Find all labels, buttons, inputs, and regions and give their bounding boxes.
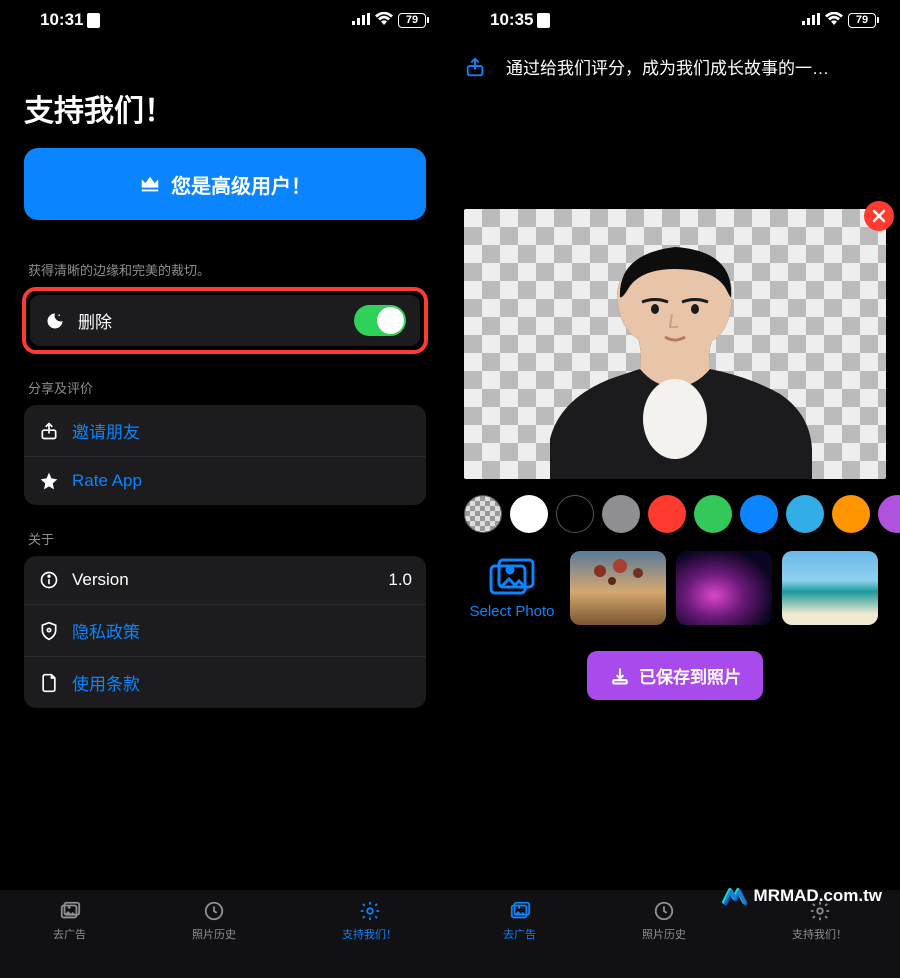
tab-remove-ads[interactable]: 去广告 (53, 900, 86, 978)
banner-text: 通过给我们评分，成为我们成长故事的一… (506, 54, 829, 79)
version-row: Version 1.0 (24, 556, 426, 604)
delete-toggle[interactable] (354, 305, 406, 336)
screen-settings: 10:31 79 支持我们！ 您是高级用户！ 获得清晰的边缘和完美的裁切。 删除… (0, 0, 450, 978)
watermark-text: MRMAD.com.tw (754, 886, 882, 906)
tab-history[interactable]: 照片历史 (192, 900, 236, 978)
share-icon (464, 56, 486, 78)
swatch-white[interactable] (510, 495, 548, 533)
invite-label: 邀请朋友 (72, 418, 412, 443)
clock-icon (653, 900, 675, 922)
close-button[interactable] (864, 201, 894, 231)
tab-remove-ads[interactable]: 去广告 (503, 900, 536, 978)
photos-icon (59, 900, 81, 922)
shield-icon (38, 620, 60, 642)
color-swatch-row (450, 479, 900, 545)
swatch-gray[interactable] (602, 495, 640, 533)
premium-button[interactable]: 您是高级用户！ (24, 148, 426, 220)
terms-row[interactable]: 使用条款 (24, 656, 426, 708)
delete-row-highlight: 删除 (22, 287, 428, 354)
bg-thumb-beach[interactable] (782, 551, 878, 625)
about-group: Version 1.0 隐私政策 使用条款 (24, 556, 426, 708)
save-label: 已保存到照片 (639, 663, 741, 688)
swatch-green[interactable] (694, 495, 732, 533)
select-photo-button[interactable]: Select Photo (464, 557, 560, 620)
version-label: Version (72, 570, 376, 590)
download-icon (609, 665, 631, 687)
tab-label: 去广告 (53, 926, 86, 942)
terms-label: 使用条款 (72, 670, 412, 695)
crown-icon (139, 173, 161, 195)
rate-app-row[interactable]: Rate App (24, 456, 426, 505)
rate-banner[interactable]: 通过给我们评分，成为我们成长故事的一… (450, 36, 900, 89)
delete-label: 删除 (78, 308, 342, 333)
doc-icon (38, 672, 60, 694)
photos-icon (509, 900, 531, 922)
status-time: 10:35 (490, 10, 533, 30)
wifi-icon (375, 10, 393, 30)
edge-note: 获得清晰的边缘和完美的裁切。 (0, 238, 450, 287)
info-icon (38, 569, 60, 591)
image-preview[interactable] (464, 209, 886, 479)
cellular-icon (352, 10, 370, 30)
tab-history[interactable]: 照片历史 (642, 900, 686, 978)
swatch-red[interactable] (648, 495, 686, 533)
share-header: 分享及评价 (0, 354, 450, 405)
version-value: 1.0 (388, 570, 412, 590)
share-group: 邀请朋友 Rate App (24, 405, 426, 505)
watermark: MRMAD.com.tw (720, 882, 882, 910)
bg-thumb-nebula[interactable] (676, 551, 772, 625)
status-time: 10:31 (40, 10, 83, 30)
clock-icon (203, 900, 225, 922)
tab-label: 支持我们！ (792, 926, 847, 942)
tab-bar-left: 去广告 照片历史 支持我们！ (0, 890, 450, 978)
premium-label: 您是高级用户！ (171, 170, 311, 199)
select-photo-label: Select Photo (469, 603, 554, 620)
privacy-label: 隐私政策 (72, 618, 412, 643)
privacy-row[interactable]: 隐私政策 (24, 604, 426, 656)
save-button[interactable]: 已保存到照片 (587, 651, 763, 700)
rate-label: Rate App (72, 471, 412, 491)
tab-label: 照片历史 (192, 926, 236, 942)
page-title: 支持我们！ (0, 36, 450, 148)
swatch-transparent[interactable] (464, 495, 502, 533)
star-icon (38, 470, 60, 492)
battery-icon: 79 (398, 13, 426, 28)
wifi-icon (825, 10, 843, 30)
battery-icon: 79 (848, 13, 876, 28)
swatch-blue[interactable] (740, 495, 778, 533)
about-header: 关于 (0, 505, 450, 556)
share-icon (38, 420, 60, 442)
swatch-cyan[interactable] (786, 495, 824, 533)
screen-editor: 10:35 79 通过给我们评分，成为我们成长故事的一… (450, 0, 900, 978)
bg-thumb-balloons[interactable] (570, 551, 666, 625)
cellular-icon (802, 10, 820, 30)
status-bar: 10:35 79 (450, 0, 900, 36)
delete-row[interactable]: 删除 (30, 295, 420, 346)
invite-friends-row[interactable]: 邀请朋友 (24, 405, 426, 456)
swatch-orange[interactable] (832, 495, 870, 533)
subject-cutout (520, 229, 830, 479)
watermark-logo-icon (720, 882, 748, 910)
tab-label: 照片历史 (642, 926, 686, 942)
tab-support[interactable]: 支持我们！ (792, 900, 847, 978)
sim-icon (537, 13, 550, 28)
tab-support[interactable]: 支持我们！ (342, 900, 397, 978)
status-bar: 10:31 79 (0, 0, 450, 36)
moon-icon (44, 310, 66, 332)
swatch-black[interactable] (556, 495, 594, 533)
tab-label: 去广告 (503, 926, 536, 942)
sim-icon (87, 13, 100, 28)
background-thumbs: Select Photo (450, 545, 900, 639)
gear-icon (359, 900, 381, 922)
swatch-purple[interactable] (878, 495, 900, 533)
tab-label: 支持我们！ (342, 926, 397, 942)
